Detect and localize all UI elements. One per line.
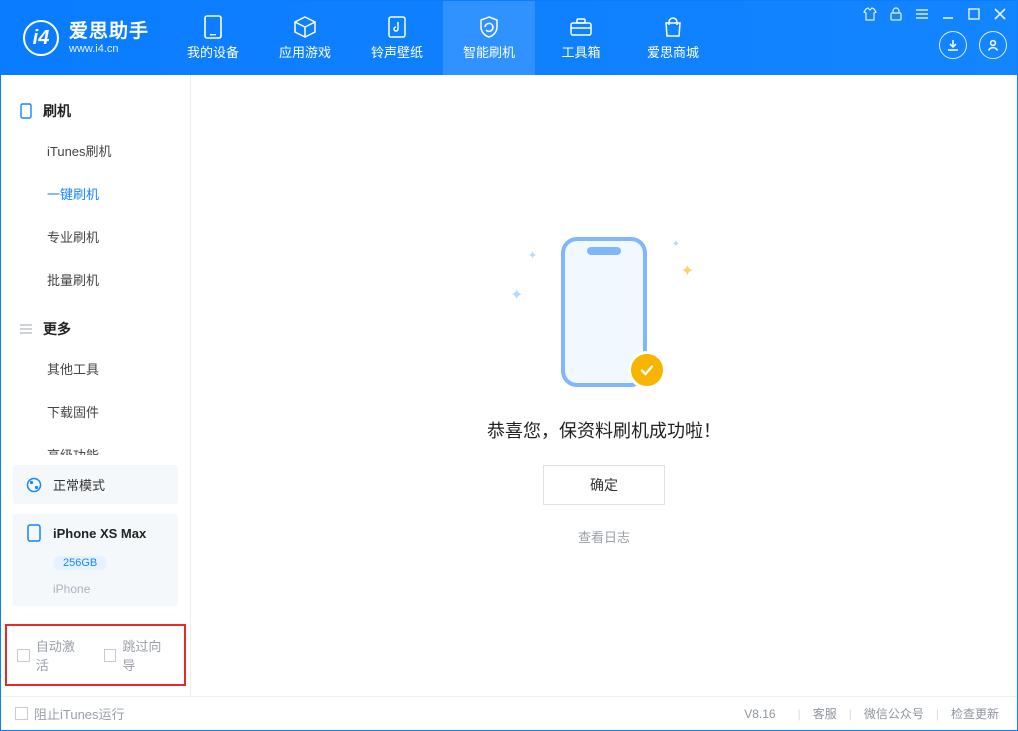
nav-label: 爱思商城 [647,42,699,61]
sidebar-item-advanced[interactable]: 高级功能 [1,433,190,455]
storage-badge: 256GB [53,556,107,570]
nav-label: 智能刷机 [463,42,515,61]
link-support[interactable]: 客服 [809,705,841,722]
sparkle-icon: ✦ [672,239,680,250]
cube-icon [292,16,318,38]
device-small-icon [25,524,43,542]
link-wechat[interactable]: 微信公众号 [860,705,928,722]
separator: | [936,707,939,721]
window-controls [863,1,1017,75]
bag-icon [660,16,686,38]
version-label: V8.16 [744,707,775,721]
lock-icon[interactable] [889,7,903,21]
logo-area: i4 爱思助手 www.i4.cn [1,1,167,75]
sidebar-item-other-tools[interactable]: 其他工具 [1,347,190,390]
sparkle-icon: ✦ [510,285,523,305]
sidebar-item-pro-flash[interactable]: 专业刷机 [1,215,190,258]
nav-store[interactable]: 爱思商城 [627,1,719,75]
sparkle-icon: ✦ [681,261,694,281]
app-title-en: www.i4.cn [69,43,149,56]
sidebar: 刷机 iTunes刷机 一键刷机 专业刷机 批量刷机 更多 其他工具 下载固件 … [1,75,191,696]
maximize-icon[interactable] [967,7,981,21]
nav-toolbox[interactable]: 工具箱 [535,1,627,75]
link-check-update[interactable]: 检查更新 [947,705,1003,722]
mode-label: 正常模式 [53,475,105,494]
nav-label: 我的设备 [187,42,239,61]
phone-small-icon [19,104,33,118]
mode-icon [25,476,43,494]
sidebar-bottom: 正常模式 iPhone XS Max 256GB iPhone [1,455,190,616]
mode-card[interactable]: 正常模式 [13,465,178,504]
ok-button[interactable]: 确定 [543,465,665,505]
checkbox-icon [104,649,117,662]
view-log-link[interactable]: 查看日志 [578,527,630,546]
app-window: i4 爱思助手 www.i4.cn 我的设备 应用游戏 铃声壁纸 智能刷机 [0,0,1018,731]
checkbox-icon [17,649,30,662]
checkbox-icon [15,707,28,720]
sparkle-icon: ✦ [528,249,537,262]
group-flash-header: 刷机 [1,93,190,129]
device-card[interactable]: iPhone XS Max 256GB iPhone [13,514,178,606]
list-small-icon [19,322,33,336]
sidebar-item-batch-flash[interactable]: 批量刷机 [1,258,190,301]
checkbox-skip-guide[interactable]: 跳过向导 [104,636,175,674]
checkbox-label: 跳过向导 [122,636,174,674]
separator: | [849,707,852,721]
nav-ringtone-wallpaper[interactable]: 铃声壁纸 [351,1,443,75]
group-more-header: 更多 [1,311,190,347]
sidebar-item-download-fw[interactable]: 下载固件 [1,390,190,433]
main-content: ✦ ✦ ✦ ✦ 恭喜您，保资料刷机成功啦！ 确定 查看日志 [191,75,1017,696]
checkbox-label: 阻止iTunes运行 [34,704,125,723]
sidebar-item-oneclick-flash[interactable]: 一键刷机 [1,172,190,215]
separator: | [798,707,801,721]
device-type: iPhone [25,582,166,596]
success-check-icon [628,351,666,389]
download-button[interactable] [939,31,967,59]
nav-smart-flash[interactable]: 智能刷机 [443,1,535,75]
app-title-cn: 爱思助手 [69,21,149,43]
user-button[interactable] [979,31,1007,59]
success-illustration: ✦ ✦ ✦ ✦ [504,225,704,395]
nav-my-device[interactable]: 我的设备 [167,1,259,75]
main-nav: 我的设备 应用游戏 铃声壁纸 智能刷机 工具箱 爱思商城 [167,1,719,75]
app-logo-icon: i4 [23,20,59,56]
close-icon[interactable] [993,7,1007,21]
sidebar-item-itunes-flash[interactable]: iTunes刷机 [1,129,190,172]
body: 刷机 iTunes刷机 一键刷机 专业刷机 批量刷机 更多 其他工具 下载固件 … [1,75,1017,696]
app-title: 爱思助手 www.i4.cn [69,21,149,55]
checkbox-label: 自动激活 [36,636,88,674]
highlighted-options: 自动激活 跳过向导 [5,624,186,686]
top-bar: i4 爱思助手 www.i4.cn 我的设备 应用游戏 铃声壁纸 智能刷机 [1,1,1017,75]
nav-label: 铃声壁纸 [371,42,423,61]
device-icon [200,16,226,38]
sidebar-menu: 刷机 iTunes刷机 一键刷机 专业刷机 批量刷机 更多 其他工具 下载固件 … [1,75,190,455]
toolbox-icon [568,16,594,38]
nav-apps-games[interactable]: 应用游戏 [259,1,351,75]
nav-label: 应用游戏 [279,42,331,61]
device-name: iPhone XS Max [53,526,146,541]
minimize-icon[interactable] [941,7,955,21]
group-title: 刷机 [43,101,71,121]
menu-icon[interactable] [915,7,929,21]
shirt-icon[interactable] [863,7,877,21]
refresh-shield-icon [476,16,502,38]
group-title: 更多 [43,319,71,339]
nav-label: 工具箱 [562,42,601,61]
status-bar: 阻止iTunes运行 V8.16 | 客服 | 微信公众号 | 检查更新 [1,696,1017,730]
success-message: 恭喜您，保资料刷机成功啦！ [487,417,721,443]
checkbox-block-itunes[interactable]: 阻止iTunes运行 [15,704,125,723]
checkbox-auto-activate[interactable]: 自动激活 [17,636,88,674]
music-file-icon [384,16,410,38]
